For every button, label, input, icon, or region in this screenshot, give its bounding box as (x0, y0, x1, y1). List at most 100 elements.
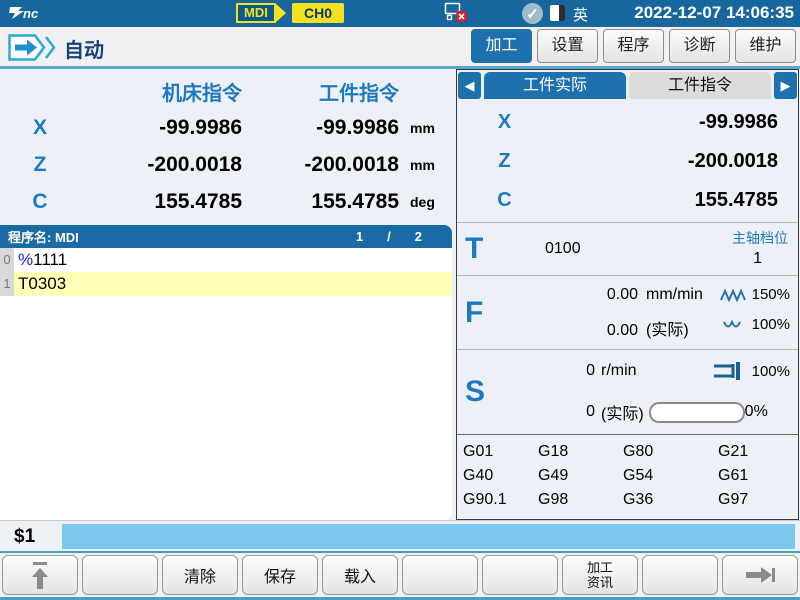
axis-row-x: X -99.9986 (457, 103, 798, 142)
main-tabs: 加工 设置 程序 诊断 维护 (471, 29, 796, 63)
feed-letter: F (465, 296, 483, 330)
tab-program[interactable]: 程序 (603, 29, 664, 63)
mdi-command-bar: $1 (0, 520, 800, 551)
mode-label: 自动 (64, 34, 104, 63)
gcode: G80 (623, 440, 718, 464)
machine-value: -99.9986 (80, 116, 242, 140)
logo-text: nc (23, 6, 39, 21)
feed-override: 100% (722, 316, 790, 333)
machining-info-line2: 资讯 (587, 575, 613, 590)
unit-label: mm (399, 157, 455, 173)
axis-value: -200.0018 (552, 150, 798, 173)
feed-actual-label: (实际) (646, 322, 689, 339)
spindle-section: S 0r/min 100% 0 (实际) 0% (457, 349, 798, 434)
axis-value: -99.9986 (552, 111, 798, 134)
code-prefix: % (18, 250, 33, 269)
datetime-display: 2022-12-07 14:06:35 (634, 3, 794, 23)
mdi-command-input[interactable] (62, 524, 795, 549)
axis-value: 155.4785 (552, 189, 798, 212)
status-panel: ◀ 工件实际 工件指令 ▶ X -99.9986 Z -200.0018 C 1… (456, 69, 799, 520)
return-top-button[interactable] (2, 555, 78, 595)
up-arrow-icon (29, 562, 51, 589)
work-value: 155.4785 (242, 190, 399, 214)
feed-override-icon (722, 319, 746, 331)
language-indicator[interactable]: 英 (573, 4, 588, 25)
gcode: G21 (718, 440, 798, 464)
input-method-icon (550, 5, 565, 21)
softkey-empty-2[interactable] (82, 555, 158, 595)
program-line-current[interactable]: 1 T0303 (0, 272, 452, 296)
page-current: 1 (356, 229, 363, 244)
feed-actual-value: 0.00 (502, 322, 638, 340)
spindle-gear-value: 1 (753, 250, 762, 268)
feed-actual-line: 0.00 (实际) (502, 316, 689, 340)
gcode: G90.1 (463, 488, 538, 512)
line-number: 1 (0, 272, 14, 296)
rapid-override-value: 150% (752, 286, 790, 303)
code-text: T0303 (14, 272, 452, 296)
tool-section: T 0100 主轴档位 1 (457, 222, 798, 275)
coord-row-x: X -99.9986 -99.9986 mm (0, 109, 455, 146)
program-header: 程序名: MDI 1 / 2 (0, 225, 452, 248)
softkey-empty-9[interactable] (642, 555, 718, 595)
left-triangle-icon: ◀ (465, 78, 475, 94)
axis-label: X (457, 111, 552, 134)
spindle-actual-line: 0 (实际) 0% (502, 400, 768, 424)
axis-label: Z (0, 153, 80, 177)
gcode: G40 (463, 464, 538, 488)
axis-label: C (0, 190, 80, 214)
rapid-override: 150% (720, 286, 790, 303)
gcode: G98 (538, 488, 623, 512)
code-body: 1111 (33, 250, 67, 269)
spindle-load-bar (649, 402, 745, 423)
machine-value: -200.0018 (80, 153, 242, 177)
tab-maintenance[interactable]: 维护 (735, 29, 796, 63)
tool-number: 0100 (545, 240, 581, 258)
tab-machining[interactable]: 加工 (471, 29, 532, 63)
tab-settings[interactable]: 设置 (537, 29, 598, 63)
tab-work-actual[interactable]: 工件实际 (484, 72, 626, 99)
load-button[interactable]: 载入 (322, 555, 398, 595)
spindle-actual-label: (实际) (601, 400, 644, 424)
code-text: %1111 (14, 248, 452, 272)
coord-row-c: C 155.4785 155.4785 deg (0, 183, 455, 220)
tab-diagnosis[interactable]: 诊断 (669, 29, 730, 63)
work-value: -200.0018 (242, 153, 399, 177)
program-body: 0 %1111 1 T0303 (0, 248, 452, 520)
prev-view-button[interactable]: ◀ (458, 72, 481, 99)
tab-work-command[interactable]: 工件指令 (629, 72, 771, 99)
check-status-icon: ✓ (522, 3, 543, 24)
rapid-override-icon (720, 288, 746, 302)
spindle-speed-value: 0 (502, 362, 595, 380)
gcode: G97 (718, 488, 798, 512)
position-panel: 机床指令 工件指令 X -99.9986 -99.9986 mm Z -200.… (0, 69, 455, 520)
next-view-button[interactable]: ▶ (774, 72, 797, 99)
feed-section: F 0.00mm/min 0.00(实际) 150% 100% (457, 275, 798, 349)
work-value: -99.9986 (242, 116, 399, 140)
page-total: 2 (415, 229, 422, 244)
machining-info-button[interactable]: 加工 资讯 (562, 555, 638, 595)
machine-value: 155.4785 (80, 190, 242, 214)
code-body: T0303 (18, 274, 66, 293)
channel-badge[interactable]: CH0 (292, 3, 344, 23)
header-machine-command: 机床指令 (80, 77, 242, 106)
softkey-toolbar: 清除 保存 载入 加工 资讯 (0, 551, 800, 600)
line-number: 0 (0, 248, 14, 272)
program-line[interactable]: 0 %1111 (0, 248, 452, 272)
gcode-row: G01 G18 G80 G21 (463, 440, 798, 464)
feed-override-value: 100% (752, 316, 790, 333)
feed-command-value: 0.00 (502, 286, 638, 304)
clear-button[interactable]: 清除 (162, 555, 238, 595)
save-button[interactable]: 保存 (242, 555, 318, 595)
axis-row-z: Z -200.0018 (457, 142, 798, 181)
program-viewer: 程序名: MDI 1 / 2 0 %1111 1 T0303 (0, 225, 452, 520)
mode-badge-label: MDI (236, 3, 276, 23)
coord-view-tabs: ◀ 工件实际 工件指令 ▶ (458, 72, 797, 99)
axis-row-c: C 155.4785 (457, 181, 798, 220)
softkey-empty-6[interactable] (402, 555, 478, 595)
next-menu-button[interactable] (722, 555, 798, 595)
next-arrow-icon (744, 566, 776, 584)
spindle-letter: S (465, 375, 485, 409)
actual-position-list: X -99.9986 Z -200.0018 C 155.4785 (457, 99, 798, 222)
softkey-empty-7[interactable] (482, 555, 558, 595)
